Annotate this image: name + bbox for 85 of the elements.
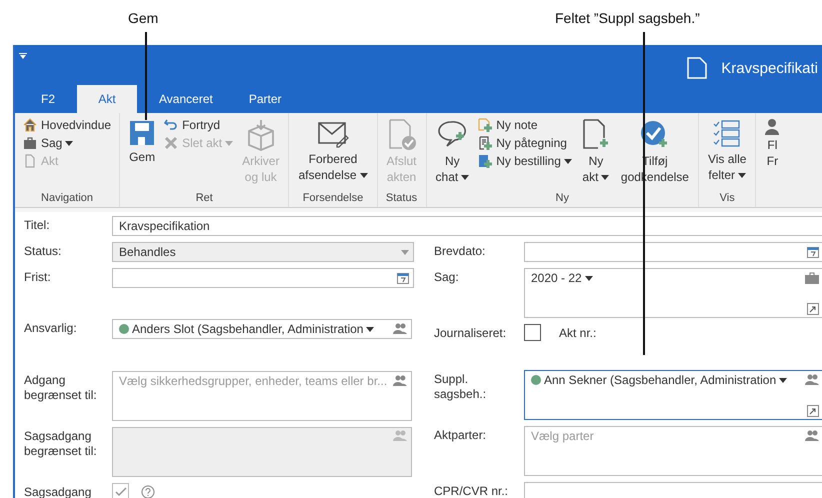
undo-arrow-icon bbox=[164, 118, 178, 132]
caret-icon bbox=[401, 250, 409, 254]
ribbon-button[interactable]: Ny akt bbox=[576, 117, 615, 187]
date-field[interactable] bbox=[524, 242, 822, 262]
callout-label: Feltet ”Suppl sagsbeh.” bbox=[555, 10, 700, 26]
delete-x-icon bbox=[164, 136, 178, 150]
title-field[interactable]: Kravspecifikation bbox=[112, 216, 822, 236]
check-icon bbox=[114, 486, 126, 496]
input-field[interactable] bbox=[524, 482, 822, 498]
ribbon-tab[interactable]: Avanceret bbox=[145, 85, 227, 113]
date-field[interactable] bbox=[112, 268, 414, 288]
caret-icon bbox=[366, 326, 374, 332]
checklist-icon bbox=[712, 119, 742, 149]
expand-icon bbox=[807, 303, 819, 315]
group-label: Navigation bbox=[41, 191, 94, 206]
calendar-icon bbox=[397, 272, 409, 284]
document-check-icon bbox=[386, 119, 416, 151]
ribbon-button[interactable]: Ny bestilling bbox=[475, 153, 575, 169]
ribbon-button[interactable]: Fortryd bbox=[161, 117, 236, 133]
field-label: Akt nr.: bbox=[559, 326, 596, 340]
house-icon bbox=[23, 118, 37, 132]
people-icon bbox=[393, 430, 407, 442]
caret-icon bbox=[360, 173, 368, 178]
status-dot bbox=[531, 375, 541, 385]
people-icon bbox=[393, 375, 407, 387]
ribbon-button[interactable]: Sag bbox=[20, 135, 114, 151]
book-plus-icon bbox=[478, 154, 492, 168]
calendar-icon bbox=[807, 246, 819, 258]
ribbon-tab[interactable]: Akt bbox=[77, 85, 138, 113]
checkbox[interactable] bbox=[524, 324, 541, 341]
note-plus-icon bbox=[478, 118, 492, 132]
field-label: Status: bbox=[24, 243, 62, 259]
field-label: Suppl. sagsbeh.: bbox=[434, 371, 488, 402]
field-label: CPR/CVR nr.: bbox=[434, 483, 510, 498]
envelope-pencil-icon bbox=[316, 119, 349, 149]
caret-icon bbox=[779, 378, 788, 382]
people-icon bbox=[805, 430, 819, 442]
status-dot bbox=[119, 324, 129, 334]
ribbon-button[interactable]: Ny påtegning bbox=[475, 135, 575, 151]
quick-access-menu-icon[interactable] bbox=[19, 53, 27, 59]
caret-icon bbox=[584, 276, 593, 280]
expand-icon bbox=[807, 405, 819, 417]
group-label: Vis bbox=[720, 191, 735, 206]
caret-icon bbox=[738, 173, 746, 178]
field-label: Frist: bbox=[24, 269, 52, 285]
notepad-plus-icon bbox=[478, 136, 492, 150]
caret-icon bbox=[601, 175, 610, 180]
ribbon-button[interactable]: Gem bbox=[125, 117, 160, 167]
people-icon bbox=[805, 374, 819, 386]
case-field[interactable]: 2020 - 22 bbox=[524, 268, 822, 318]
ribbon-button[interactable]: Forbered afsendelse bbox=[294, 117, 372, 185]
person-picker-field[interactable]: Anders Slot (Sagsbehandler, Administration bbox=[112, 319, 412, 339]
person-picker-field[interactable]: Ann Sekner (Sagsbehandler, Administration bbox=[524, 370, 822, 420]
briefcase-icon bbox=[23, 136, 37, 150]
ribbon-tab[interactable]: F2 bbox=[27, 85, 70, 113]
window-title: Kravspecifikati bbox=[721, 60, 818, 76]
document-plus-icon bbox=[580, 119, 611, 151]
document-icon bbox=[687, 57, 708, 79]
field-label: Journaliseret: bbox=[434, 325, 508, 341]
ribbon-button[interactable]: Hovedvindue bbox=[20, 117, 114, 133]
group-label: Status bbox=[386, 191, 418, 206]
group-label: Forsendelse bbox=[302, 191, 364, 206]
ribbon-tab[interactable]: Parter bbox=[234, 85, 296, 113]
caret-icon bbox=[65, 141, 74, 146]
ribbon-button[interactable]: Vis alle felter bbox=[704, 117, 750, 185]
field-label: Ansvarlig: bbox=[24, 320, 78, 336]
briefcase-icon bbox=[805, 272, 819, 284]
field-label: Titel: bbox=[24, 217, 51, 233]
person-icon bbox=[765, 119, 780, 135]
group-label: Ny bbox=[556, 191, 569, 206]
field-label: Sagsadgang begrænset til: bbox=[24, 428, 98, 459]
field-label: Aktparter: bbox=[434, 427, 488, 443]
caret-icon bbox=[564, 159, 572, 164]
document-icon bbox=[23, 154, 37, 168]
caret-icon bbox=[225, 141, 234, 146]
group-label: Ret bbox=[196, 191, 213, 206]
field-label: Adgang begrænset til: bbox=[24, 372, 98, 403]
caret-icon bbox=[461, 175, 470, 180]
ribbon-button[interactable]: Ny note bbox=[475, 117, 575, 133]
ribbon-button[interactable]: Ny chat bbox=[432, 117, 474, 187]
field-label: Sag: bbox=[434, 269, 460, 285]
ribbon-button[interactable]: Fl Fr bbox=[761, 117, 784, 171]
people-icon bbox=[393, 323, 407, 335]
field-label: Brevdato: bbox=[434, 243, 486, 259]
callout-label: Gem bbox=[128, 10, 158, 26]
